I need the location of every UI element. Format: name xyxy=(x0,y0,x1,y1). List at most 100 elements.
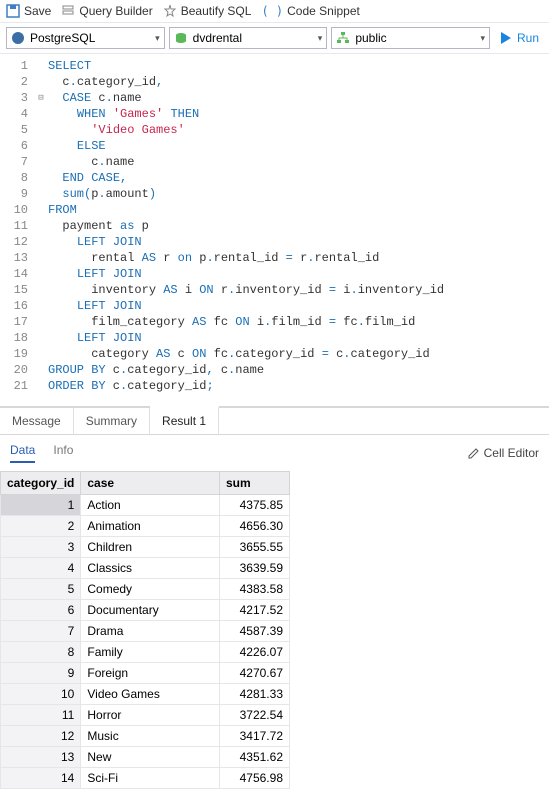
cell-sum[interactable]: 3417.72 xyxy=(220,726,290,747)
cell-sum[interactable]: 4217.52 xyxy=(220,600,290,621)
code-line[interactable]: 12 LEFT JOIN xyxy=(0,234,549,250)
code-line[interactable]: 5 'Video Games' xyxy=(0,122,549,138)
cell-case[interactable]: Animation xyxy=(81,516,220,537)
database-dropdown[interactable]: dvdrental ▾ xyxy=(169,27,328,49)
code-line[interactable]: 18 LEFT JOIN xyxy=(0,330,549,346)
table-row[interactable]: 11Horror3722.54 xyxy=(1,705,290,726)
cell-category-id[interactable]: 2 xyxy=(1,516,81,537)
cell-case[interactable]: New xyxy=(81,747,220,768)
table-row[interactable]: 9Foreign4270.67 xyxy=(1,663,290,684)
table-row[interactable]: 6Documentary4217.52 xyxy=(1,600,290,621)
col-case[interactable]: case xyxy=(81,472,220,495)
query-builder-button[interactable]: Query Builder xyxy=(61,4,152,18)
cell-sum[interactable]: 4270.67 xyxy=(220,663,290,684)
code-line[interactable]: 2 c.category_id, xyxy=(0,74,549,90)
db-type-dropdown[interactable]: PostgreSQL ▾ xyxy=(6,27,165,49)
code-text: c.name xyxy=(48,154,134,170)
tab-result1[interactable]: Result 1 xyxy=(150,406,219,434)
cell-category-id[interactable]: 10 xyxy=(1,684,81,705)
col-category-id[interactable]: category_id xyxy=(1,472,81,495)
cell-case[interactable]: Action xyxy=(81,495,220,516)
cell-sum[interactable]: 4587.39 xyxy=(220,621,290,642)
code-line[interactable]: 13 rental AS r on p.rental_id = r.rental… xyxy=(0,250,549,266)
cell-sum[interactable]: 4756.98 xyxy=(220,768,290,789)
code-line[interactable]: 8 END CASE, xyxy=(0,170,549,186)
fold-toggle[interactable]: ⊟ xyxy=(34,90,48,106)
save-button[interactable]: Save xyxy=(6,4,51,18)
cell-category-id[interactable]: 7 xyxy=(1,621,81,642)
code-line[interactable]: 17 film_category AS fc ON i.film_id = fc… xyxy=(0,314,549,330)
code-snippet-button[interactable]: ( ) Code Snippet xyxy=(261,4,359,18)
table-row[interactable]: 14Sci-Fi4756.98 xyxy=(1,768,290,789)
beautify-sql-button[interactable]: Beautify SQL xyxy=(163,4,252,18)
cell-sum[interactable]: 4351.62 xyxy=(220,747,290,768)
cell-category-id[interactable]: 11 xyxy=(1,705,81,726)
table-row[interactable]: 8Family4226.07 xyxy=(1,642,290,663)
run-button[interactable]: Run xyxy=(494,30,543,46)
code-line[interactable]: 11 payment as p xyxy=(0,218,549,234)
cell-case[interactable]: Horror xyxy=(81,705,220,726)
query-builder-icon xyxy=(61,4,75,18)
tab-summary[interactable]: Summary xyxy=(74,408,150,434)
cell-case[interactable]: Comedy xyxy=(81,579,220,600)
schema-dropdown[interactable]: public ▾ xyxy=(331,27,490,49)
cell-sum[interactable]: 3639.59 xyxy=(220,558,290,579)
cell-category-id[interactable]: 6 xyxy=(1,600,81,621)
table-row[interactable]: 4Classics3639.59 xyxy=(1,558,290,579)
data-tab-info[interactable]: Info xyxy=(53,443,73,463)
tab-message[interactable]: Message xyxy=(0,408,74,434)
cell-category-id[interactable]: 5 xyxy=(1,579,81,600)
sql-editor[interactable]: 1SELECT2 c.category_id,3⊟ CASE c.name4 W… xyxy=(0,54,549,398)
cell-case[interactable]: Family xyxy=(81,642,220,663)
table-row[interactable]: 3Children3655.55 xyxy=(1,537,290,558)
cell-sum[interactable]: 4656.30 xyxy=(220,516,290,537)
table-row[interactable]: 13New4351.62 xyxy=(1,747,290,768)
cell-category-id[interactable]: 9 xyxy=(1,663,81,684)
col-sum[interactable]: sum xyxy=(220,472,290,495)
cell-case[interactable]: Music xyxy=(81,726,220,747)
cell-sum[interactable]: 4375.85 xyxy=(220,495,290,516)
cell-case[interactable]: Documentary xyxy=(81,600,220,621)
cell-case[interactable]: Children xyxy=(81,537,220,558)
code-line[interactable]: 4 WHEN 'Games' THEN xyxy=(0,106,549,122)
table-row[interactable]: 1Action4375.85 xyxy=(1,495,290,516)
table-row[interactable]: 2Animation4656.30 xyxy=(1,516,290,537)
code-line[interactable]: 20GROUP BY c.category_id, c.name xyxy=(0,362,549,378)
cell-sum[interactable]: 4281.33 xyxy=(220,684,290,705)
table-row[interactable]: 7Drama4587.39 xyxy=(1,621,290,642)
cell-case[interactable]: Drama xyxy=(81,621,220,642)
code-line[interactable]: 7 c.name xyxy=(0,154,549,170)
cell-case[interactable]: Foreign xyxy=(81,663,220,684)
code-line[interactable]: 1SELECT xyxy=(0,58,549,74)
cell-sum[interactable]: 4226.07 xyxy=(220,642,290,663)
code-line[interactable]: 3⊟ CASE c.name xyxy=(0,90,549,106)
cell-case[interactable]: Video Games xyxy=(81,684,220,705)
code-line[interactable]: 14 LEFT JOIN xyxy=(0,266,549,282)
cell-category-id[interactable]: 12 xyxy=(1,726,81,747)
cell-case[interactable]: Classics xyxy=(81,558,220,579)
code-line[interactable]: 9 sum(p.amount) xyxy=(0,186,549,202)
cell-category-id[interactable]: 13 xyxy=(1,747,81,768)
cell-category-id[interactable]: 1 xyxy=(1,495,81,516)
cell-sum[interactable]: 3722.54 xyxy=(220,705,290,726)
code-line[interactable]: 21ORDER BY c.category_id; xyxy=(0,378,549,394)
code-snippet-icon: ( ) xyxy=(261,4,283,18)
table-row[interactable]: 10Video Games4281.33 xyxy=(1,684,290,705)
cell-editor-button[interactable]: Cell Editor xyxy=(467,446,539,460)
data-tab-data[interactable]: Data xyxy=(10,443,35,463)
code-line[interactable]: 6 ELSE xyxy=(0,138,549,154)
cell-category-id[interactable]: 4 xyxy=(1,558,81,579)
cell-category-id[interactable]: 3 xyxy=(1,537,81,558)
line-number: 20 xyxy=(0,362,34,378)
cell-case[interactable]: Sci-Fi xyxy=(81,768,220,789)
cell-sum[interactable]: 4383.58 xyxy=(220,579,290,600)
table-row[interactable]: 5Comedy4383.58 xyxy=(1,579,290,600)
table-row[interactable]: 12Music3417.72 xyxy=(1,726,290,747)
cell-category-id[interactable]: 14 xyxy=(1,768,81,789)
code-line[interactable]: 15 inventory AS i ON r.inventory_id = i.… xyxy=(0,282,549,298)
cell-sum[interactable]: 3655.55 xyxy=(220,537,290,558)
cell-category-id[interactable]: 8 xyxy=(1,642,81,663)
code-line[interactable]: 16 LEFT JOIN xyxy=(0,298,549,314)
code-line[interactable]: 19 category AS c ON fc.category_id = c.c… xyxy=(0,346,549,362)
code-line[interactable]: 10FROM xyxy=(0,202,549,218)
